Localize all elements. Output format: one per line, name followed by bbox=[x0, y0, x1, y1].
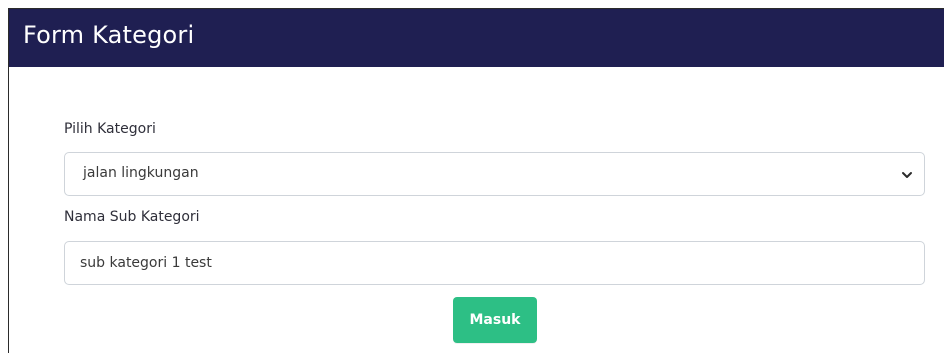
kategori-select[interactable]: jalan lingkungan bbox=[64, 152, 925, 196]
kategori-label: Pilih Kategori bbox=[64, 121, 156, 137]
masuk-button[interactable]: Masuk bbox=[453, 297, 537, 343]
kategori-selected-value: jalan lingkungan bbox=[83, 165, 199, 181]
chevron-down-icon bbox=[900, 167, 914, 181]
sub-kategori-label: Nama Sub Kategori bbox=[64, 209, 200, 225]
card-header: Form Kategori bbox=[9, 9, 944, 67]
sub-kategori-input[interactable] bbox=[64, 241, 925, 285]
page-title: Form Kategori bbox=[23, 21, 195, 49]
form-card: Form Kategori Pilih Kategori jalan lingk… bbox=[8, 8, 944, 353]
